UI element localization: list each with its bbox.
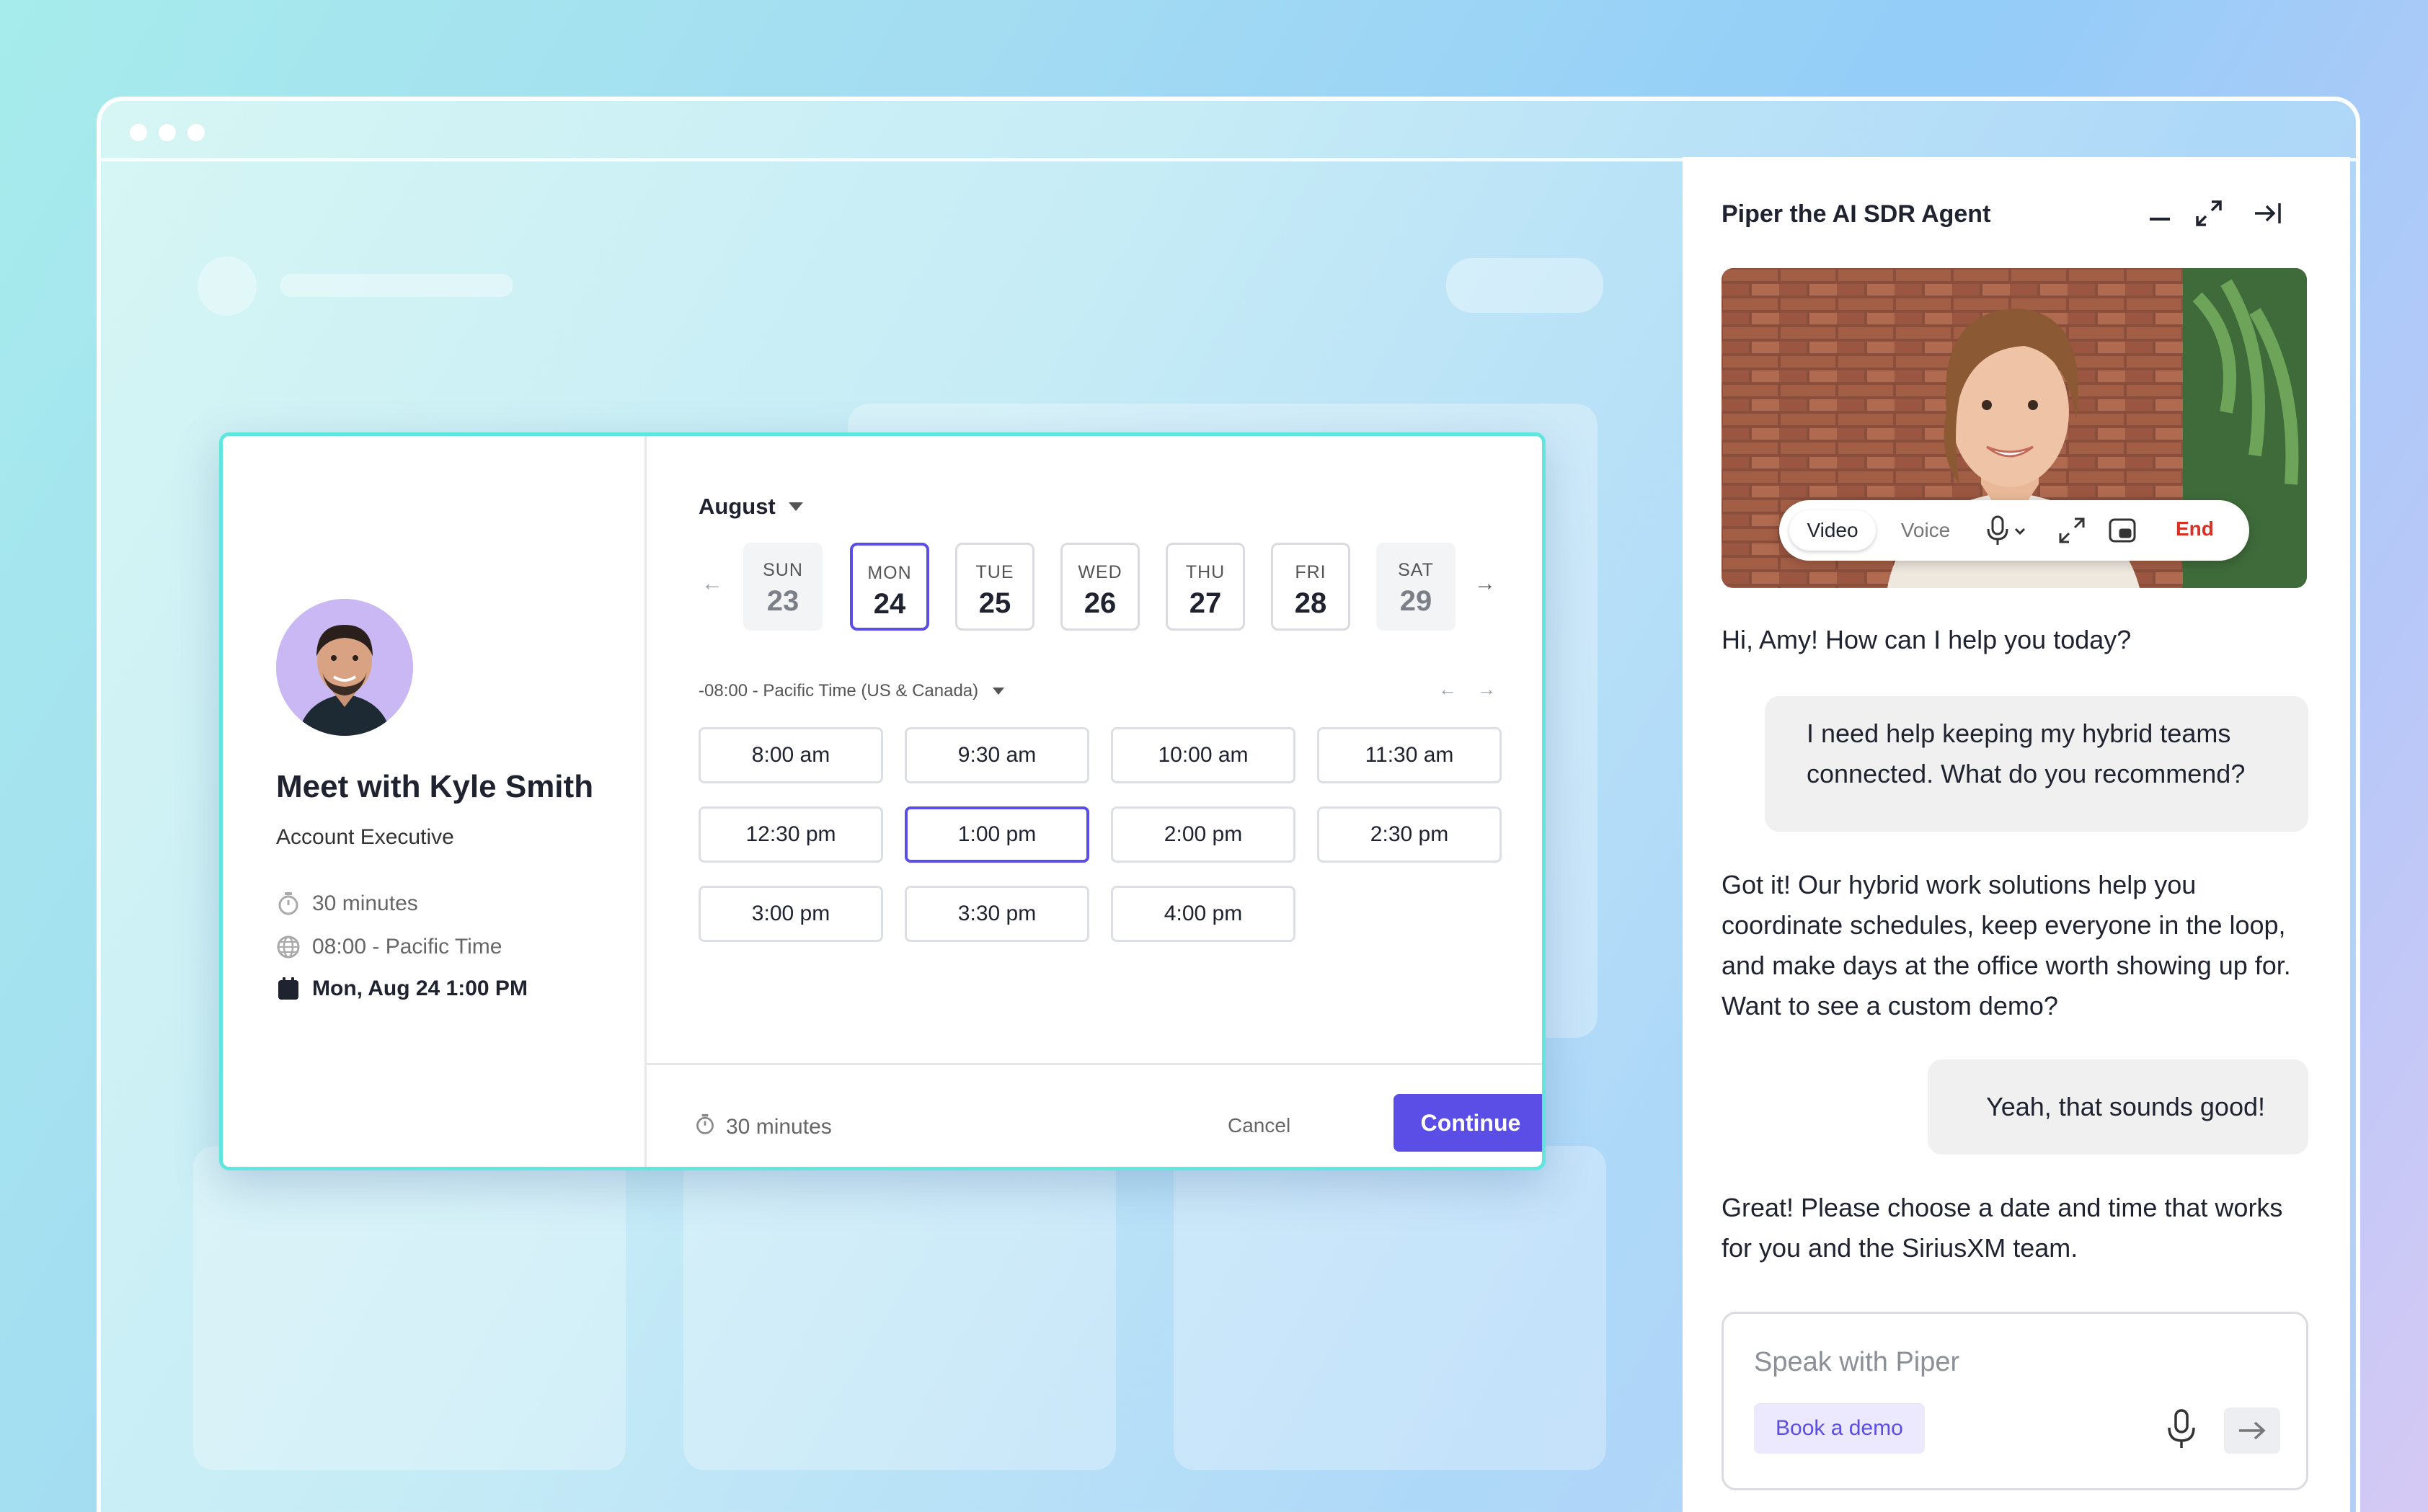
window-dot-icon <box>159 124 176 141</box>
day-date: 25 <box>978 587 1011 619</box>
day-mon-selected[interactable]: MON 24 <box>850 543 929 631</box>
caret-down-icon <box>788 502 803 511</box>
agent-title: Piper the AI SDR Agent <box>1722 200 1991 228</box>
ghost-bar <box>280 274 513 297</box>
message-composer[interactable]: Speak with Piper Book a demo <box>1722 1312 2308 1490</box>
day-date: 27 <box>1189 587 1222 619</box>
timezone-row: 08:00 - Pacific Time <box>276 935 502 959</box>
ghost-pill <box>1446 258 1603 313</box>
time-slot[interactable]: 8:00 am <box>699 727 883 783</box>
scheduler-footer: 30 minutes Cancel Continue <box>647 1063 1542 1167</box>
time-slot[interactable]: 11:30 am <box>1317 727 1502 783</box>
voice-tab[interactable]: Voice <box>1886 510 1965 551</box>
minimize-icon[interactable] <box>2144 197 2176 229</box>
globe-icon <box>276 935 301 959</box>
host-avatar <box>276 599 413 736</box>
day-fri[interactable]: FRI 28 <box>1271 543 1350 631</box>
ghost-card <box>193 1146 626 1470</box>
video-tab[interactable]: Video <box>1789 510 1876 551</box>
time-slot[interactable]: 9:30 am <box>905 727 1089 783</box>
selected-datetime-row: Mon, Aug 24 1:00 PM <box>276 977 528 1001</box>
time-slot[interactable]: 3:30 pm <box>905 886 1089 942</box>
microphone-icon[interactable] <box>2163 1408 2199 1454</box>
agent-panel: Piper the AI SDR Agent Video Voice End H… <box>1683 157 2350 1512</box>
next-week-arrow-icon[interactable]: → <box>1474 572 1496 596</box>
host-panel: Meet with Kyle Smith Account Executive 3… <box>223 436 647 1167</box>
window-dot-icon <box>187 124 205 141</box>
ghost-card <box>683 1146 1116 1470</box>
time-slot[interactable]: 10:00 am <box>1111 727 1295 783</box>
timezone-select-label: -08:00 - Pacific Time (US & Canada) <box>699 681 979 701</box>
time-slot[interactable]: 3:00 pm <box>699 886 883 942</box>
day-name: SUN <box>763 560 803 580</box>
prev-slots-arrow-icon[interactable]: ← <box>1438 678 1457 701</box>
day-sat[interactable]: SAT 29 <box>1376 543 1456 631</box>
time-slot[interactable]: 4:00 pm <box>1111 886 1295 942</box>
picture-in-picture-icon[interactable] <box>2108 516 2137 548</box>
day-name: TUE <box>975 562 1014 582</box>
day-wed[interactable]: WED 26 <box>1060 543 1140 631</box>
duration-text: 30 minutes <box>312 891 418 915</box>
stopwatch-icon <box>694 1113 716 1142</box>
expand-icon[interactable] <box>2193 197 2225 229</box>
day-name: FRI <box>1295 562 1326 582</box>
day-date: 26 <box>1084 587 1117 619</box>
composer-input[interactable]: Speak with Piper <box>1754 1347 1959 1378</box>
next-slots-arrow-icon[interactable]: → <box>1477 678 1496 701</box>
user-message: Yeah, that sounds good! <box>1928 1059 2308 1155</box>
day-date: 29 <box>1399 585 1432 617</box>
host-title: Account Executive <box>276 825 454 849</box>
arrow-right-icon <box>2239 1421 2266 1440</box>
ghost-avatar <box>198 257 257 316</box>
user-message: I need help keeping my hybrid teams conn… <box>1765 696 2308 832</box>
day-name: THU <box>1185 562 1226 582</box>
send-button[interactable] <box>2224 1408 2280 1454</box>
end-call-button[interactable]: End <box>2176 517 2214 541</box>
selected-datetime-text: Mon, Aug 24 1:00 PM <box>312 977 528 1000</box>
day-name: SAT <box>1398 560 1434 580</box>
ghost-card <box>1174 1146 1606 1470</box>
time-slot[interactable]: 12:30 pm <box>699 806 883 863</box>
fullscreen-icon[interactable] <box>2057 516 2086 548</box>
agent-video: Video Voice End <box>1722 268 2307 588</box>
scheduler-card: Meet with Kyle Smith Account Executive 3… <box>219 432 1546 1170</box>
month-select[interactable]: August <box>699 494 803 520</box>
time-slot[interactable]: 2:00 pm <box>1111 806 1295 863</box>
host-name: Meet with Kyle Smith <box>276 769 594 804</box>
day-date: 24 <box>873 588 906 620</box>
agent-message: Great! Please choose a date and time tha… <box>1722 1193 2283 1263</box>
month-label: August <box>699 494 776 519</box>
day-sun[interactable]: SUN 23 <box>743 543 823 631</box>
calendar-icon <box>276 977 301 1001</box>
timezone-text: 08:00 - Pacific Time <box>312 935 502 959</box>
day-name: MON <box>867 563 912 583</box>
time-slot[interactable]: 2:30 pm <box>1317 806 1502 863</box>
footer-duration: 30 minutes <box>694 1113 832 1142</box>
cancel-button[interactable]: Cancel <box>1228 1114 1290 1137</box>
caret-down-icon <box>993 688 1005 695</box>
day-thu[interactable]: THU 27 <box>1166 543 1245 631</box>
video-control-bar: Video Voice End <box>1779 500 2249 561</box>
day-date: 28 <box>1294 587 1327 619</box>
browser-title-bar <box>101 101 2356 161</box>
collapse-panel-icon[interactable] <box>2252 197 2284 229</box>
stopwatch-icon <box>276 891 301 916</box>
book-demo-chip[interactable]: Book a demo <box>1754 1403 1925 1454</box>
agent-message: Got it! Our hybrid work solutions help y… <box>1722 870 2291 1020</box>
continue-button[interactable]: Continue <box>1394 1094 1542 1152</box>
timezone-select[interactable]: -08:00 - Pacific Time (US & Canada) <box>699 681 1005 701</box>
day-date: 23 <box>766 585 799 617</box>
window-dot-icon <box>130 124 147 141</box>
day-name: WED <box>1078 562 1122 582</box>
duration-row: 30 minutes <box>276 891 418 916</box>
microphone-icon[interactable] <box>1982 515 2029 550</box>
prev-week-arrow-icon[interactable]: ← <box>701 572 723 596</box>
agent-message: Hi, Amy! How can I help you today? <box>1722 625 2132 654</box>
footer-duration-text: 30 minutes <box>726 1115 832 1139</box>
day-tue[interactable]: TUE 25 <box>955 543 1034 631</box>
time-slot-selected[interactable]: 1:00 pm <box>905 806 1089 863</box>
